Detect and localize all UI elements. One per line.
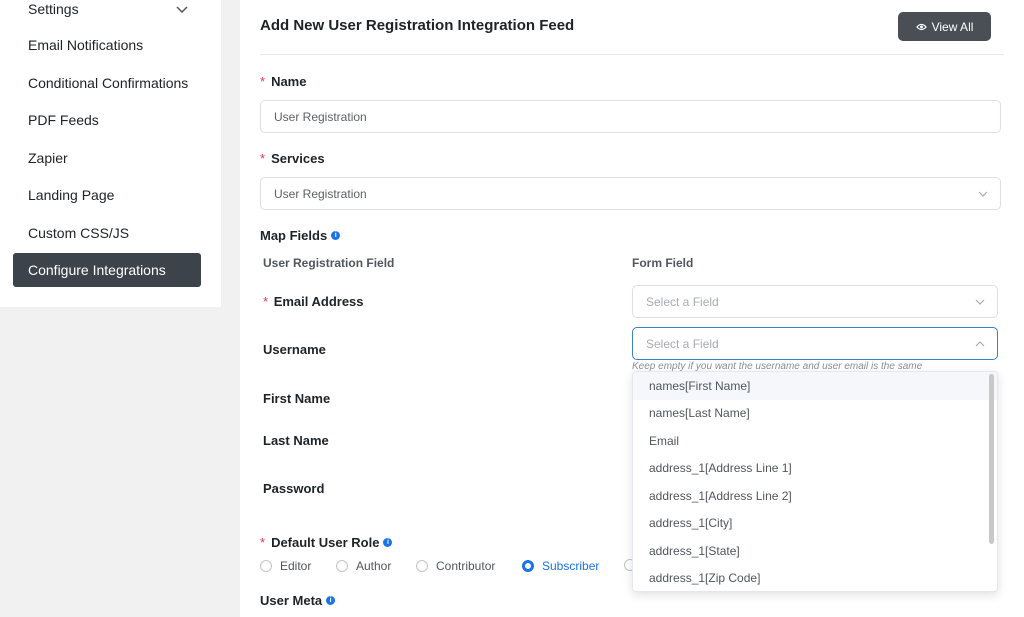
email-field-select-placeholder: Select a Field: [646, 294, 719, 309]
user-meta-label-text: User Meta: [260, 593, 323, 608]
page-header: Add New User Registration Integration Fe…: [260, 0, 1004, 55]
field-first-name-label: First Name: [263, 391, 331, 406]
field-email-label-text: Email Address: [273, 294, 364, 309]
dropdown-option[interactable]: Email: [633, 427, 997, 455]
username-field-select-placeholder: Select a Field: [646, 336, 719, 351]
radio-circle: [260, 560, 272, 572]
role-label: Author: [356, 559, 392, 573]
user-meta-label: User Meta i: [260, 593, 336, 608]
sidebar-item-zapier[interactable]: Zapier: [13, 141, 201, 175]
role-radio-subscriber[interactable]: Subscriber: [522, 559, 599, 573]
name-input[interactable]: User Registration: [260, 100, 1001, 133]
default-role-label: * Default User Role i: [260, 535, 393, 550]
sidebar-item-custom-css-js[interactable]: Custom CSS/JS: [13, 216, 201, 250]
services-label-text: Services: [271, 151, 325, 166]
required-asterisk: *: [260, 535, 266, 550]
sidebar-item-label: Landing Page: [28, 187, 115, 203]
role-label: Contributor: [436, 559, 496, 573]
radio-circle: [522, 560, 534, 572]
sidebar-item-label: Configure Integrations: [28, 262, 166, 278]
eye-icon: [915, 23, 927, 30]
sidebar-item-email-notifications[interactable]: Email Notifications: [13, 28, 201, 62]
role-label: Subscriber: [542, 559, 600, 573]
services-select-value: User Registration: [274, 186, 367, 201]
sidebar-item-label: Email Notifications: [28, 37, 144, 53]
info-icon[interactable]: i: [383, 538, 393, 547]
view-all-button[interactable]: View All: [898, 12, 991, 41]
sidebar-item-landing-page[interactable]: Landing Page: [13, 178, 201, 212]
dropdown-option[interactable]: names[First Name]: [633, 372, 997, 400]
role-radio-author[interactable]: Author: [336, 559, 391, 573]
email-field-select[interactable]: Select a Field: [632, 285, 998, 318]
required-asterisk: *: [263, 294, 269, 309]
sidebar-item-label: Conditional Confirmations: [28, 75, 189, 91]
radio-circle: [336, 560, 348, 572]
sidebar-item-label: PDF Feeds: [28, 112, 99, 128]
name-label-text: Name: [271, 74, 307, 89]
info-icon[interactable]: i: [331, 231, 341, 240]
map-fields-label-text: Map Fields: [260, 228, 328, 243]
username-field-select[interactable]: Select a Field: [632, 327, 998, 360]
dropdown-scrollbar[interactable]: [989, 374, 994, 544]
sidebar-item-label: Zapier: [28, 150, 68, 166]
required-asterisk: *: [260, 151, 266, 166]
dropdown-option[interactable]: address_1[Zip Code]: [633, 565, 997, 592]
col-header-registration-field: User Registration Field: [263, 256, 395, 270]
sidebar-item-label: Custom CSS/JS: [28, 225, 130, 241]
default-role-label-text: Default User Role: [271, 535, 380, 550]
dropdown-option[interactable]: address_1[Address Line 2]: [633, 482, 997, 510]
info-icon[interactable]: i: [326, 596, 336, 605]
view-all-label: View All: [931, 19, 974, 34]
role-radio-editor[interactable]: Editor: [260, 559, 311, 573]
dropdown-option[interactable]: address_1[City]: [633, 510, 997, 538]
sidebar: Settings Email Notifications Conditional…: [0, 0, 221, 307]
services-select[interactable]: User Registration: [260, 177, 1001, 210]
map-fields-label: Map Fields i: [260, 228, 341, 243]
radio-circle: [416, 560, 428, 572]
sidebar-item-conditional-confirmations[interactable]: Conditional Confirmations: [13, 66, 201, 100]
role-radio-contributor[interactable]: Contributor: [416, 559, 495, 573]
sidebar-item-settings[interactable]: Settings: [13, 0, 201, 26]
sidebar-item-pdf-feeds[interactable]: PDF Feeds: [13, 103, 201, 137]
field-password-label: Password: [263, 481, 325, 496]
form-field-dropdown: names[First Name] names[Last Name] Email…: [632, 371, 998, 592]
col-header-form-field: Form Field: [632, 256, 694, 270]
dropdown-option[interactable]: address_1[State]: [633, 537, 997, 565]
chevron-down-icon: [975, 299, 985, 305]
required-asterisk: *: [260, 74, 266, 89]
field-last-name-label: Last Name: [263, 433, 329, 448]
field-username-label: Username: [263, 342, 326, 357]
sidebar-item-configure-integrations[interactable]: Configure Integrations: [13, 253, 201, 287]
role-label: Editor: [280, 559, 312, 573]
chevron-up-icon: [975, 341, 985, 347]
dropdown-option[interactable]: address_1[Address Line 1]: [633, 455, 997, 483]
chevron-down-icon: [978, 191, 988, 197]
sidebar-item-label: Settings: [28, 1, 79, 17]
field-email-label: * Email Address: [263, 294, 364, 309]
dropdown-option[interactable]: names[Last Name]: [633, 400, 997, 428]
chevron-down-icon: [176, 6, 188, 14]
page-title: Add New User Registration Integration Fe…: [260, 17, 575, 34]
name-label: * Name: [260, 74, 306, 89]
services-label: * Services: [260, 151, 325, 166]
